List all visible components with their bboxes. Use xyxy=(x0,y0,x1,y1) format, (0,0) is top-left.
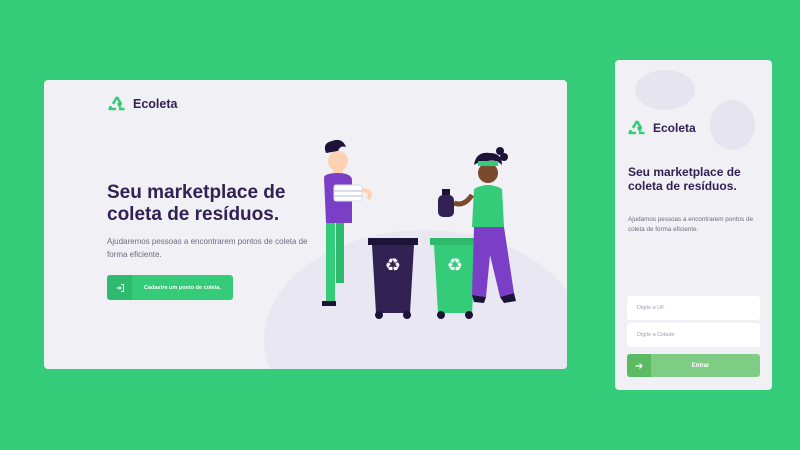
mobile-page-title: Seu marketplace de coleta de resíduos. xyxy=(628,165,741,193)
brand-name: Ecoleta xyxy=(653,121,696,135)
enter-button-label: Entrar xyxy=(691,362,710,369)
arrow-right-icon xyxy=(627,354,651,377)
mobile-home-screen: Ecoleta Seu marketplace de coleta de res… xyxy=(615,60,772,390)
page-subtitle: Ajudaremos pessoas a encontrarem pontos … xyxy=(107,237,308,259)
enter-button[interactable]: Entrar xyxy=(627,354,760,377)
brand-name: Ecoleta xyxy=(133,97,178,111)
mobile-page-subtitle: Ajudamos pessoas a encontrarem pontos de… xyxy=(628,216,753,233)
city-input[interactable] xyxy=(627,323,760,347)
recycling-people-illustration: ♻ ♻ xyxy=(322,139,516,319)
background-decoration xyxy=(635,70,695,110)
register-collection-point-button[interactable]: Cadastre um ponto de coleta. xyxy=(107,275,233,300)
svg-text:♻: ♻ xyxy=(447,255,463,276)
background-decoration xyxy=(710,100,755,150)
register-button-label: Cadastre um ponto de coleta. xyxy=(143,284,221,291)
desktop-logo[interactable]: Ecoleta xyxy=(108,96,177,112)
desktop-home-screen: Ecoleta Seu marketplace de coleta de res… xyxy=(44,80,567,369)
mobile-logo[interactable]: Ecoleta xyxy=(628,120,696,136)
svg-text:♻: ♻ xyxy=(385,255,401,276)
page-title: Seu marketplace de coleta de resíduos. xyxy=(107,182,286,225)
login-icon xyxy=(107,275,132,300)
recycle-icon xyxy=(628,120,646,136)
recycle-icon xyxy=(108,96,126,112)
uf-input[interactable] xyxy=(627,296,760,320)
